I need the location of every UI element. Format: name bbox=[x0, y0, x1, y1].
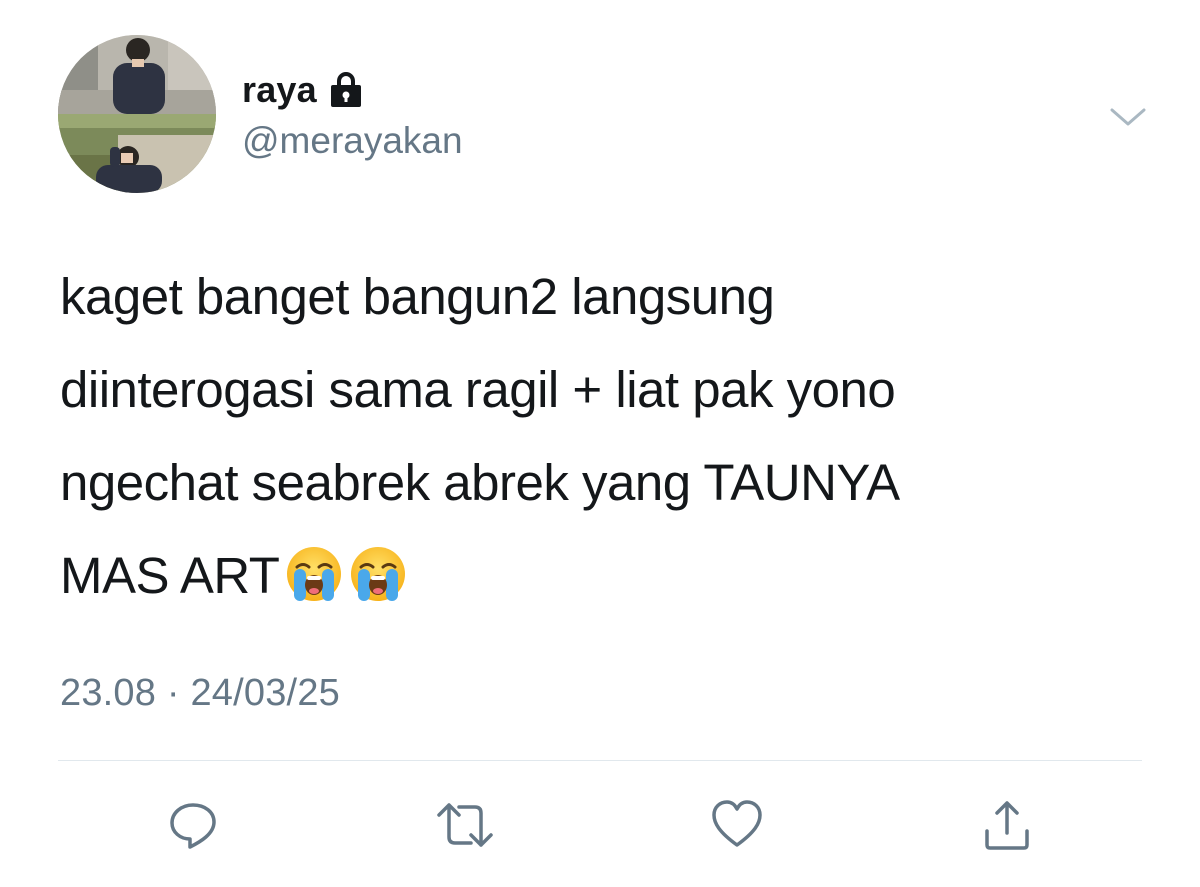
display-name-row: raya bbox=[242, 66, 363, 114]
more-options-button[interactable] bbox=[1106, 100, 1150, 134]
tweet-text: kaget banget bangun2 langsung diinteroga… bbox=[60, 250, 1150, 622]
action-bar bbox=[0, 790, 1200, 860]
tweet-line-last: MAS ART bbox=[60, 529, 1150, 622]
reply-button[interactable] bbox=[158, 790, 228, 860]
heart-icon bbox=[712, 800, 762, 847]
tweet-line: kaget banget bangun2 langsung bbox=[60, 268, 775, 325]
avatar[interactable] bbox=[58, 35, 216, 193]
loudly-crying-face-icon bbox=[285, 539, 343, 601]
share-button[interactable] bbox=[972, 790, 1042, 860]
share-icon bbox=[985, 801, 1029, 850]
reply-icon bbox=[170, 803, 216, 849]
retweet-button[interactable] bbox=[430, 790, 500, 860]
tweet-line: ngechat seabrek abrek yang TAUNYA bbox=[60, 454, 900, 511]
tweet-line-text: MAS ART bbox=[60, 547, 280, 604]
lock-icon bbox=[329, 71, 363, 109]
retweet-icon bbox=[437, 803, 493, 847]
tweet-timestamp[interactable]: 23.08 · 24/03/25 bbox=[60, 672, 340, 715]
loudly-crying-face-icon bbox=[349, 539, 407, 601]
profile-photo bbox=[58, 35, 216, 193]
chevron-down-icon bbox=[1110, 108, 1146, 126]
tweet-line: diinterogasi sama ragil + liat pak yono bbox=[60, 361, 896, 418]
user-handle[interactable]: @merayakan bbox=[242, 120, 463, 162]
divider bbox=[58, 760, 1142, 761]
like-button[interactable] bbox=[702, 790, 772, 860]
display-name[interactable]: raya bbox=[242, 69, 317, 111]
